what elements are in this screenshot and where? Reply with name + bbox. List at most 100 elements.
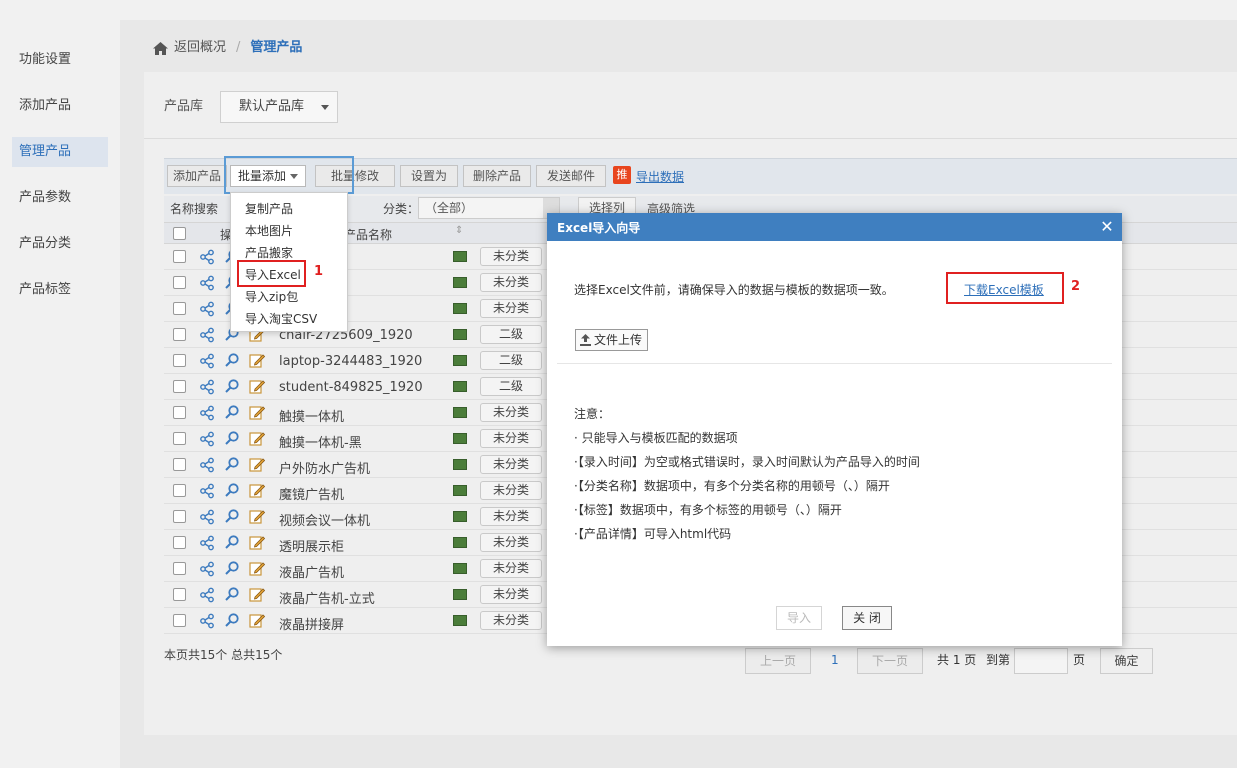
menu-item-local-images[interactable]: 本地图片 [245,222,293,239]
image-icon[interactable] [453,563,467,574]
send-mail-button[interactable]: 发送邮件 [536,165,606,187]
product-name[interactable]: 液晶拼接屏 [279,614,344,633]
image-icon[interactable] [453,407,467,418]
sidebar-item-add-product[interactable]: 添加产品 [12,91,108,121]
row-checkbox[interactable] [173,302,186,315]
share-icon[interactable] [199,405,215,421]
close-dialog-button[interactable]: 关 闭 [842,606,892,630]
share-icon[interactable] [199,483,215,499]
image-icon[interactable] [453,615,467,626]
product-name[interactable]: student-849825_1920 [279,380,423,395]
search-icon[interactable] [224,508,240,524]
search-icon[interactable] [224,430,240,446]
row-checkbox[interactable] [173,510,186,523]
image-icon[interactable] [453,589,467,600]
row-checkbox[interactable] [173,250,186,263]
search-icon[interactable] [224,482,240,498]
share-icon[interactable] [199,509,215,525]
search-icon[interactable] [224,560,240,576]
image-icon[interactable] [453,277,467,288]
category-select[interactable]: （全部） [418,197,560,219]
menu-item-product-move[interactable]: 产品搬家 [245,244,293,261]
product-name[interactable]: 户外防水广告机 [279,458,370,477]
home-icon[interactable] [153,41,168,55]
image-icon[interactable] [453,511,467,522]
share-icon[interactable] [199,275,215,291]
image-icon[interactable] [453,329,467,340]
add-product-button[interactable]: 添加产品 [167,165,227,187]
search-icon[interactable] [224,612,240,628]
search-icon[interactable] [224,378,240,394]
edit-icon[interactable] [249,352,266,368]
row-checkbox[interactable] [173,328,186,341]
row-checkbox[interactable] [173,536,186,549]
set-as-button[interactable]: 设置为 [400,165,458,187]
product-name[interactable]: 触摸一体机 [279,406,344,425]
row-checkbox[interactable] [173,562,186,575]
edit-icon[interactable] [249,612,266,628]
edit-icon[interactable] [249,430,266,446]
select-all-checkbox[interactable] [173,227,186,240]
image-icon[interactable] [453,459,467,470]
library-select[interactable]: 默认产品库 [220,91,338,123]
image-icon[interactable] [453,355,467,366]
export-data-link[interactable]: 导出数据 [636,168,684,185]
share-icon[interactable] [199,457,215,473]
share-icon[interactable] [199,301,215,317]
share-icon[interactable] [199,561,215,577]
menu-item-import-taobao-csv[interactable]: 导入淘宝CSV [245,310,317,327]
row-checkbox[interactable] [173,432,186,445]
close-icon[interactable]: ✕ [1099,216,1115,238]
sidebar-item-manage-products[interactable]: 管理产品 [12,137,108,167]
edit-icon[interactable] [249,586,266,602]
image-icon[interactable] [453,485,467,496]
row-checkbox[interactable] [173,484,186,497]
row-checkbox[interactable] [173,354,186,367]
row-checkbox[interactable] [173,614,186,627]
delete-product-button[interactable]: 删除产品 [463,165,531,187]
sidebar-item-settings[interactable]: 功能设置 [12,45,108,75]
search-icon[interactable] [224,404,240,420]
share-icon[interactable] [199,587,215,603]
product-name[interactable]: 触摸一体机-黑 [279,432,362,451]
search-icon[interactable] [224,534,240,550]
goto-page-input[interactable] [1014,648,1068,674]
product-name[interactable]: 透明展示柜 [279,536,344,555]
share-icon[interactable] [199,535,215,551]
share-icon[interactable] [199,431,215,447]
search-icon[interactable] [224,352,240,368]
image-icon[interactable] [453,537,467,548]
share-icon[interactable] [199,327,215,343]
edit-icon[interactable] [249,378,266,394]
row-checkbox[interactable] [173,458,186,471]
edit-icon[interactable] [249,482,266,498]
sidebar-item-product-tags[interactable]: 产品标签 [12,275,108,305]
row-checkbox[interactable] [173,406,186,419]
image-icon[interactable] [453,433,467,444]
row-checkbox[interactable] [173,588,186,601]
edit-icon[interactable] [249,560,266,576]
prev-page-button[interactable]: 上一页 [745,648,811,674]
menu-item-import-zip[interactable]: 导入zip包 [245,288,298,305]
product-name[interactable]: laptop-3244483_1920 [279,354,422,369]
product-name[interactable]: 视频会议一体机 [279,510,370,529]
share-icon[interactable] [199,379,215,395]
product-name[interactable]: 魔镜广告机 [279,484,344,503]
row-checkbox[interactable] [173,276,186,289]
current-page[interactable]: 1 [831,648,839,674]
sidebar-item-product-category[interactable]: 产品分类 [12,229,108,259]
sort-icon[interactable]: ⇕ [455,225,463,236]
edit-icon[interactable] [249,508,266,524]
sidebar-item-product-params[interactable]: 产品参数 [12,183,108,213]
confirm-page-button[interactable]: 确定 [1100,648,1153,674]
image-icon[interactable] [453,381,467,392]
image-icon[interactable] [453,251,467,262]
share-icon[interactable] [199,353,215,369]
next-page-button[interactable]: 下一页 [857,648,923,674]
product-name[interactable]: 液晶广告机-立式 [279,588,375,607]
share-icon[interactable] [199,249,215,265]
row-checkbox[interactable] [173,380,186,393]
image-icon[interactable] [453,303,467,314]
import-button[interactable]: 导入 [776,606,822,630]
product-name[interactable]: 液晶广告机 [279,562,344,581]
